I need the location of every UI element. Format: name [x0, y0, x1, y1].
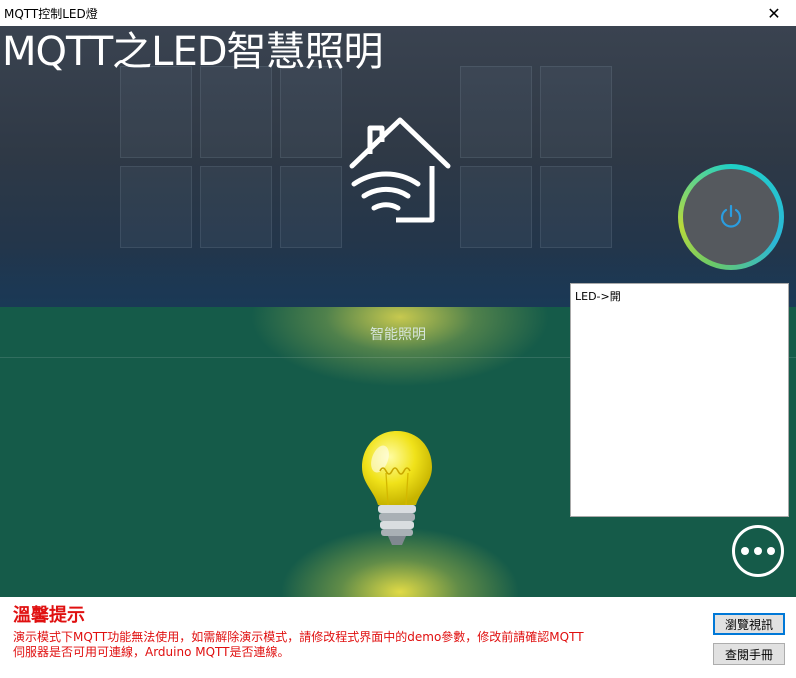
app-title: MQTT之LED智慧照明	[2, 29, 384, 75]
background-window	[120, 166, 192, 248]
power-icon	[720, 204, 742, 228]
background-window	[280, 166, 342, 248]
close-button[interactable]: ✕	[752, 0, 796, 26]
notice-body-line: 演示模式下MQTT功能無法使用，如需解除演示模式，請修改程式界面中的demo參數…	[13, 630, 584, 644]
more-options-button[interactable]	[732, 525, 784, 577]
notice-body: 演示模式下MQTT功能無法使用，如需解除演示模式，請修改程式界面中的demo參數…	[13, 630, 703, 660]
notice-heading: 溫馨提示	[13, 605, 85, 626]
notice-body-line: 伺服器是否可用可連線，Arduino MQTT是否連線。	[13, 645, 290, 659]
background-window	[280, 66, 342, 158]
more-icon	[754, 547, 762, 555]
light-bulb-icon[interactable]	[358, 429, 436, 549]
background-window	[540, 166, 612, 248]
smart-home-wifi-icon	[349, 117, 451, 223]
notice-panel: 溫馨提示 演示模式下MQTT功能無法使用，如需解除演示模式，請修改程式界面中的d…	[0, 597, 796, 678]
background-window	[120, 66, 192, 158]
more-icon	[767, 547, 775, 555]
power-toggle-button[interactable]	[678, 164, 784, 270]
background-window	[460, 66, 532, 158]
power-button-face	[683, 169, 779, 265]
background-window	[200, 166, 272, 248]
background-window	[460, 166, 532, 248]
background-window	[200, 66, 272, 158]
window-title: MQTT控制LED燈	[4, 7, 98, 21]
more-icon	[741, 547, 749, 555]
view-manual-button[interactable]: 查閱手冊	[713, 643, 785, 665]
log-line: LED->開	[575, 290, 621, 303]
browse-video-button[interactable]: 瀏覽視訊	[713, 613, 785, 635]
background-window	[540, 66, 612, 158]
log-output-box[interactable]: LED->開	[570, 283, 789, 517]
light-glow-top	[250, 307, 550, 387]
title-bar: MQTT控制LED燈 ✕	[0, 0, 796, 27]
